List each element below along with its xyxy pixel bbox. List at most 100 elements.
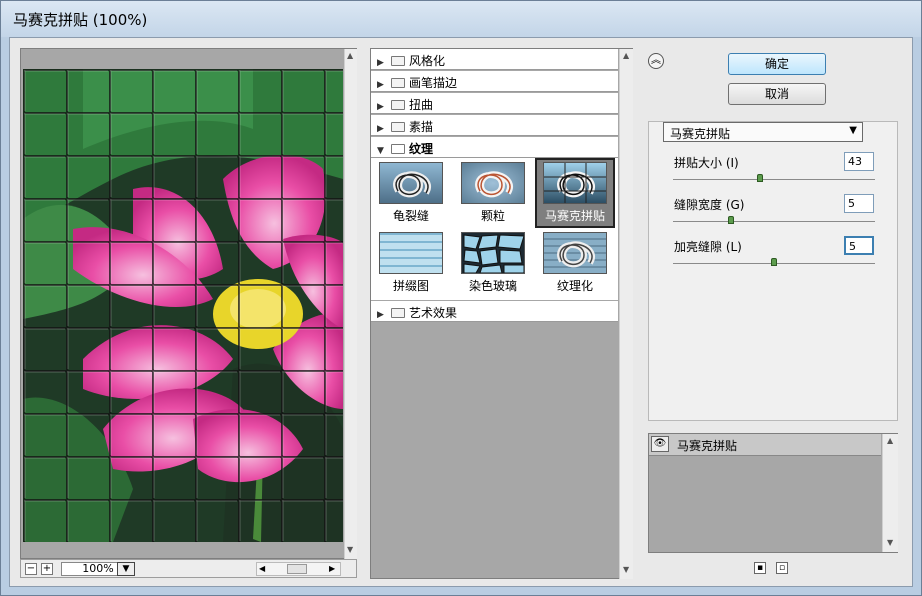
preview-horizontal-scrollbar[interactable]: ◀ ▶: [256, 562, 341, 576]
tile-size-label: 拼贴大小 (I): [674, 156, 739, 170]
filter-label: 龟裂缝: [392, 209, 429, 223]
expand-triangle-icon: ▶: [377, 102, 384, 112]
filter-gallery: ▶ 风格化 ▶ 画笔描边 ▶ 扭曲 ▶ 素描 ▼ 纹理 龟裂缝 颗粒 马赛克拼贴…: [370, 48, 633, 579]
slider-knob[interactable]: [757, 174, 763, 182]
folder-icon: [391, 308, 405, 318]
new-effect-layer-icon[interactable]: ▪: [754, 562, 766, 574]
grain-thumbnail: [461, 162, 525, 204]
gallery-scrollbar[interactable]: ▲ ▼: [619, 49, 633, 579]
scroll-thumb[interactable]: [287, 564, 307, 574]
preview-pane: ▲ ▼: [20, 48, 357, 559]
ok-button[interactable]: 确定: [728, 53, 826, 75]
folder-icon: [391, 100, 405, 110]
grout-width-input[interactable]: 5: [844, 194, 874, 213]
scroll-right-icon[interactable]: ▶: [329, 564, 335, 573]
scroll-left-icon[interactable]: ◀: [259, 564, 265, 573]
filter-settings-panel: 马赛克拼贴 ▼ 拼贴大小 (I) 43 缝隙宽度 (G) 5 加亮缝隙 (L) …: [648, 121, 898, 421]
filter-craquelure[interactable]: 龟裂缝: [377, 160, 445, 226]
mosaic-preview-graphic: [23, 69, 343, 542]
scroll-down-icon[interactable]: ▼: [887, 538, 893, 547]
tile-size-input[interactable]: 43: [844, 152, 874, 171]
grout-width-label: 缝隙宽度 (G): [674, 198, 745, 212]
scroll-down-icon[interactable]: ▼: [623, 565, 629, 574]
lighten-grout-input[interactable]: 5: [844, 236, 874, 255]
scroll-up-icon[interactable]: ▲: [623, 51, 629, 60]
filter-select-value: 马赛克拼贴: [670, 127, 731, 141]
scroll-up-icon[interactable]: ▲: [347, 51, 353, 60]
filter-texturizer[interactable]: 纹理化: [541, 230, 609, 296]
filter-label: 染色玻璃: [468, 279, 517, 293]
open-folder-icon: [391, 144, 405, 154]
folder-icon: [391, 122, 405, 132]
window-title: 马赛克拼贴 (100%): [13, 11, 148, 29]
delete-effect-layer-icon[interactable]: ▫: [776, 562, 788, 574]
lighten-grout-slider[interactable]: [673, 258, 875, 266]
patchwork-thumbnail: [379, 232, 443, 274]
filter-mosaic-tiles[interactable]: 马赛克拼贴: [535, 158, 615, 228]
chevron-up-icon: ︽: [651, 55, 661, 66]
filter-select[interactable]: 马赛克拼贴 ▼: [663, 122, 863, 142]
knot-graphic: [393, 171, 431, 198]
preview-vertical-scrollbar[interactable]: ▲ ▼: [344, 49, 357, 559]
expand-triangle-icon: ▶: [377, 58, 384, 68]
slider-knob[interactable]: [771, 258, 777, 266]
craquelure-thumbnail: [379, 162, 443, 204]
dialog-client-area: ▲ ▼ − + 100% ▼ ◀ ▶ ▶ 风格化 ▶ 画笔描边 ▶ 扭曲 ▶ 素…: [9, 37, 913, 587]
filter-label: 颗粒: [480, 209, 505, 223]
chevron-down-icon: ▼: [849, 125, 857, 136]
expand-triangle-icon: ▶: [377, 310, 384, 320]
zoom-out-button[interactable]: −: [25, 563, 37, 575]
scroll-up-icon[interactable]: ▲: [887, 436, 893, 445]
category-artistic[interactable]: ▶ 艺术效果: [371, 301, 618, 322]
category-label: 素描: [409, 120, 434, 134]
effect-layer-row[interactable]: 👁 马赛克拼贴: [649, 434, 881, 456]
knot-graphic: [475, 171, 513, 198]
zoom-in-button[interactable]: +: [41, 563, 53, 575]
eye-icon[interactable]: 👁: [651, 436, 669, 452]
filter-stained-glass[interactable]: 染色玻璃: [459, 230, 527, 296]
filter-label: 拼缀图: [392, 279, 429, 293]
slider-knob[interactable]: [728, 216, 734, 224]
zoom-dropdown-icon[interactable]: ▼: [117, 562, 135, 576]
folder-icon: [391, 78, 405, 88]
category-stylize[interactable]: ▶ 风格化: [371, 49, 618, 70]
glass-cells-graphic: [463, 234, 524, 273]
folder-icon: [391, 56, 405, 66]
category-label: 风格化: [409, 54, 446, 68]
grout-width-slider[interactable]: [673, 216, 875, 224]
preview-image[interactable]: [23, 69, 343, 542]
filter-patchwork[interactable]: 拼缀图: [377, 230, 445, 296]
scroll-down-icon[interactable]: ▼: [347, 545, 353, 554]
category-label: 画笔描边: [409, 76, 458, 90]
knot-graphic: [544, 163, 606, 203]
cancel-button[interactable]: 取消: [728, 83, 826, 105]
effect-layer-name: 马赛克拼贴: [677, 439, 738, 453]
mosaic-tiles-thumbnail: [543, 162, 607, 204]
tile-size-slider[interactable]: [673, 174, 875, 182]
category-label: 艺术效果: [409, 306, 458, 320]
zoom-level-value: 100%: [82, 562, 114, 575]
texturizer-thumbnail: [543, 232, 607, 274]
effect-layers-panel: 👁 马赛克拼贴 ▲ ▼: [648, 433, 898, 553]
expand-triangle-icon: ▶: [377, 124, 384, 134]
title-bar: 马赛克拼贴 (100%): [1, 1, 921, 37]
category-label: 纹理: [409, 142, 434, 156]
filter-gallery-window: 马赛克拼贴 (100%) ▲ ▼ − + 100% ▼ ◀ ▶ ▶ 风格化 ▶ …: [0, 0, 922, 596]
lighten-grout-label: 加亮缝隙 (L): [674, 240, 742, 254]
collapse-triangle-icon: ▼: [377, 146, 384, 156]
layers-scrollbar[interactable]: ▲ ▼: [882, 434, 898, 552]
category-sketch[interactable]: ▶ 素描: [371, 115, 618, 136]
filter-label: 纹理化: [556, 279, 593, 293]
category-texture[interactable]: ▼ 纹理: [371, 137, 618, 158]
filter-label: 马赛克拼贴: [544, 209, 605, 223]
zoom-bar: − + 100% ▼ ◀ ▶: [20, 559, 357, 578]
filter-grain[interactable]: 颗粒: [459, 160, 527, 226]
knot-graphic: [557, 241, 595, 268]
category-label: 扭曲: [409, 98, 434, 112]
texture-thumbnails: 龟裂缝 颗粒 马赛克拼贴 拼缀图 染色玻璃 纹理化: [371, 158, 618, 300]
expand-triangle-icon: ▶: [377, 80, 384, 90]
stained-glass-thumbnail: [461, 232, 525, 274]
category-distort[interactable]: ▶ 扭曲: [371, 93, 618, 114]
collapse-gallery-button[interactable]: ︽: [648, 53, 664, 69]
category-brush-strokes[interactable]: ▶ 画笔描边: [371, 71, 618, 92]
